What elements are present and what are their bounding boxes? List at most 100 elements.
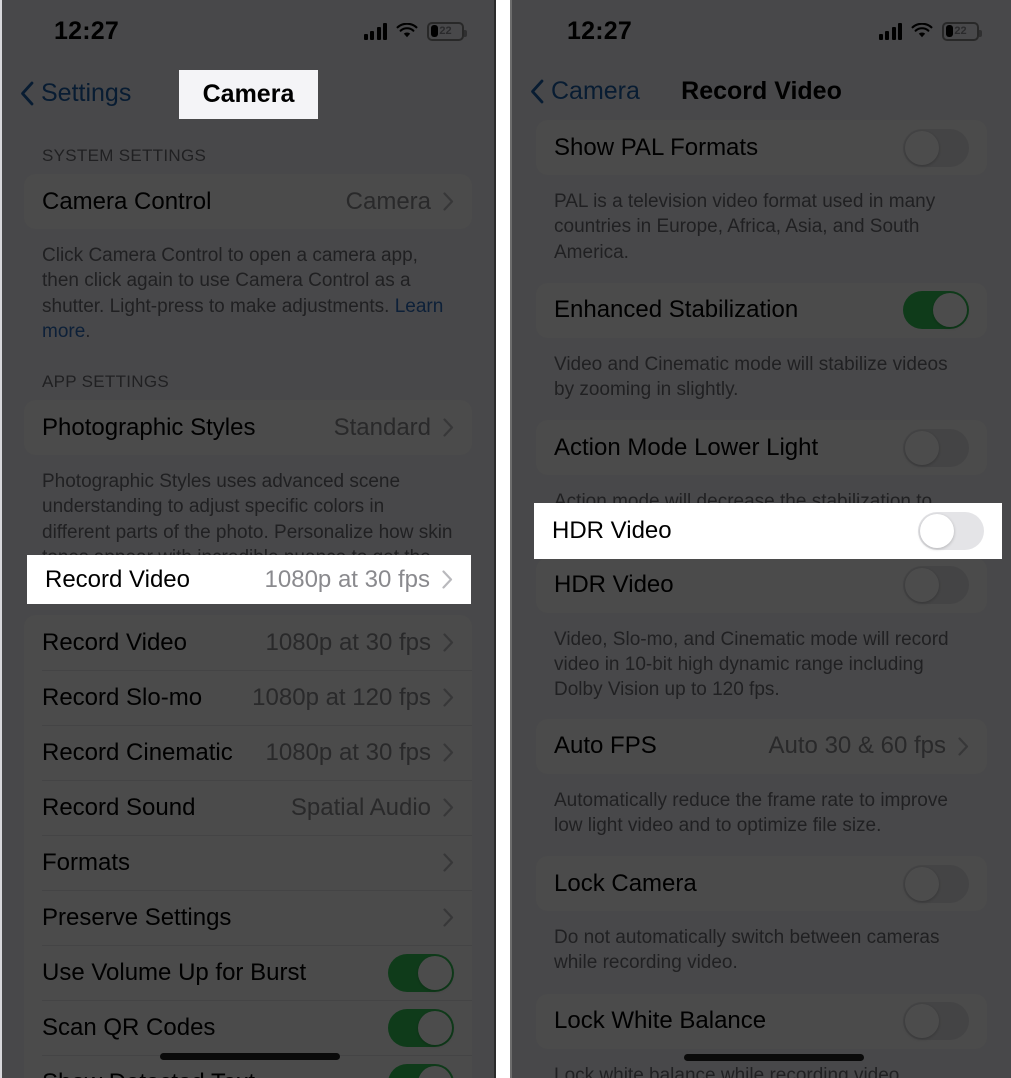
row-label: Lock White Balance bbox=[554, 1007, 767, 1035]
battery-percent: 22 bbox=[439, 25, 452, 37]
toggle-scan-qr-codes[interactable] bbox=[388, 1008, 454, 1047]
toggle-show-pal-formats[interactable] bbox=[903, 128, 969, 167]
section-header-app-settings: APP SETTINGS bbox=[42, 372, 170, 392]
chevron-right-icon bbox=[443, 633, 454, 652]
card-camera-main-list: Record Video 1080p at 30 fps Record Slo-… bbox=[24, 615, 472, 1078]
right-settings-content: Show PAL Formats PAL is a television vid… bbox=[512, 120, 1011, 1078]
row-action-mode-lower-light[interactable]: Action Mode Lower Light bbox=[536, 420, 987, 476]
screenshot-stage: 12:27 22 Settings Ca bbox=[0, 0, 1011, 1078]
chevron-left-icon bbox=[531, 79, 544, 103]
footnote-camera-control: Click Camera Control to open a camera ap… bbox=[24, 229, 472, 350]
back-button-settings[interactable]: Settings bbox=[20, 79, 131, 108]
row-label: Scan QR Codes bbox=[42, 1013, 216, 1041]
row-enhanced-stabilization[interactable]: Enhanced Stabilization bbox=[536, 282, 987, 338]
row-record-sound[interactable]: Record Sound Spatial Audio bbox=[24, 780, 472, 836]
chevron-right-icon bbox=[443, 743, 454, 762]
row-record-video[interactable]: Record Video 1080p at 30 fps bbox=[24, 615, 472, 671]
row-record-slo-mo[interactable]: Record Slo-mo 1080p at 120 fps bbox=[24, 670, 472, 726]
row-value: Spatial Audio bbox=[290, 793, 431, 821]
back-button-label: Settings bbox=[41, 78, 132, 107]
row-value: Auto 30 & 60 fps bbox=[768, 732, 946, 760]
card-action-mode-lower-light: Action Mode Lower Light bbox=[536, 420, 987, 476]
card-lock-white-balance: Lock White Balance bbox=[536, 993, 987, 1049]
signal-bars-icon bbox=[878, 22, 902, 40]
row-value: 1080p at 30 fps bbox=[265, 628, 431, 656]
row-photographic-styles[interactable]: Photographic Styles Standard bbox=[24, 400, 472, 456]
row-label: Auto FPS bbox=[554, 732, 657, 760]
row-label: Record Video bbox=[45, 565, 190, 593]
row-auto-fps[interactable]: Auto FPS Auto 30 & 60 fps bbox=[536, 718, 987, 774]
card-hdr-video: HDR Video bbox=[536, 557, 987, 613]
wifi-icon bbox=[396, 22, 418, 40]
row-label: Photographic Styles bbox=[42, 413, 256, 441]
row-label: Lock Camera bbox=[554, 869, 697, 897]
row-lock-camera[interactable]: Lock Camera bbox=[536, 856, 987, 912]
card-enhanced-stabilization: Enhanced Stabilization bbox=[536, 282, 987, 338]
row-scan-qr-codes[interactable]: Scan QR Codes bbox=[24, 1000, 472, 1056]
toggle-action-mode-lower-light[interactable] bbox=[903, 428, 969, 467]
status-bar-right: 12:27 22 bbox=[512, 0, 1011, 62]
status-clock: 12:27 bbox=[567, 16, 632, 45]
left-phone-panel: 12:27 22 Settings Ca bbox=[0, 0, 496, 1078]
card-auto-fps: Auto FPS Auto 30 & 60 fps bbox=[536, 718, 987, 774]
chevron-right-icon bbox=[443, 418, 454, 437]
home-indicator-left bbox=[160, 1053, 340, 1060]
battery-icon: 22 bbox=[427, 21, 467, 41]
highlight-hdr-video-row[interactable]: HDR Video bbox=[534, 503, 1002, 559]
card-app-settings: Photographic Styles Standard bbox=[24, 400, 472, 456]
toggle-hdr-video-highlighted[interactable] bbox=[918, 512, 984, 550]
card-system-settings: Camera Control Camera bbox=[24, 174, 472, 229]
back-button-label: Camera bbox=[551, 76, 640, 105]
row-label: Record Sound bbox=[42, 793, 196, 821]
card-show-pal-formats: Show PAL Formats bbox=[536, 120, 987, 175]
status-icons: 22 bbox=[878, 21, 982, 41]
signal-bars-icon bbox=[363, 22, 387, 40]
row-label: Use Volume Up for Burst bbox=[42, 958, 307, 986]
wifi-icon bbox=[911, 22, 933, 40]
highlight-record-video-row[interactable]: Record Video 1080p at 30 fps bbox=[27, 555, 471, 604]
row-value: Camera bbox=[345, 187, 431, 215]
chevron-right-icon bbox=[958, 737, 969, 756]
toggle-hdr-video[interactable] bbox=[903, 566, 969, 605]
chevron-right-icon bbox=[443, 798, 454, 817]
row-label: Show Detected Text bbox=[42, 1069, 388, 1078]
footnote-text: Click Camera Control to open a camera ap… bbox=[42, 245, 418, 317]
footnote-show-pal-formats: PAL is a television video format used in… bbox=[554, 191, 936, 263]
row-label: Enhanced Stabilization bbox=[554, 296, 799, 324]
highlight-title-label: Camera bbox=[202, 80, 295, 108]
row-label: Camera Control bbox=[42, 187, 212, 215]
card-lock-camera: Lock Camera bbox=[536, 856, 987, 912]
chevron-right-icon bbox=[443, 853, 454, 872]
row-preserve-settings[interactable]: Preserve Settings bbox=[24, 890, 472, 946]
home-indicator-right bbox=[684, 1054, 864, 1061]
toggle-lock-camera[interactable] bbox=[903, 864, 969, 903]
row-lock-white-balance[interactable]: Lock White Balance bbox=[536, 993, 987, 1049]
battery-percent: 22 bbox=[954, 25, 967, 37]
row-use-volume-up-for-burst[interactable]: Use Volume Up for Burst bbox=[24, 945, 472, 1001]
right-screen: 12:27 22 Camera Record Video Show PAL Fo… bbox=[512, 0, 1011, 1078]
footnote-auto-fps: Automatically reduce the frame rate to i… bbox=[554, 789, 948, 836]
toggle-show-detected-text[interactable] bbox=[388, 1063, 454, 1078]
row-hdr-video[interactable]: HDR Video bbox=[536, 557, 987, 613]
chevron-right-icon bbox=[443, 192, 454, 211]
section-header-system-settings: SYSTEM SETTINGS bbox=[42, 146, 207, 165]
status-icons: 22 bbox=[363, 21, 467, 41]
row-label: Formats bbox=[42, 848, 131, 876]
row-label: HDR Video bbox=[554, 571, 674, 599]
row-formats[interactable]: Formats bbox=[24, 835, 472, 891]
row-label: Record Video bbox=[42, 628, 187, 656]
status-bar-left: 12:27 22 bbox=[2, 0, 494, 62]
row-show-pal-formats[interactable]: Show PAL Formats bbox=[536, 120, 987, 175]
row-record-cinematic[interactable]: Record Cinematic 1080p at 30 fps bbox=[24, 725, 472, 781]
toggle-enhanced-stabilization[interactable] bbox=[903, 291, 969, 330]
right-phone-panel: 12:27 22 Camera Record Video Show PAL Fo… bbox=[510, 0, 1011, 1078]
row-camera-control[interactable]: Camera Control Camera bbox=[24, 174, 472, 229]
row-label: Preserve Settings bbox=[42, 903, 232, 931]
back-button-camera[interactable]: Camera bbox=[530, 77, 640, 106]
row-label: HDR Video bbox=[552, 517, 672, 544]
row-label: Action Mode Lower Light bbox=[554, 433, 819, 461]
toggle-lock-white-balance[interactable] bbox=[903, 1002, 969, 1041]
chevron-right-icon bbox=[443, 908, 454, 927]
row-value: 1080p at 30 fps bbox=[264, 565, 430, 593]
toggle-use-volume-up-for-burst[interactable] bbox=[388, 953, 454, 992]
